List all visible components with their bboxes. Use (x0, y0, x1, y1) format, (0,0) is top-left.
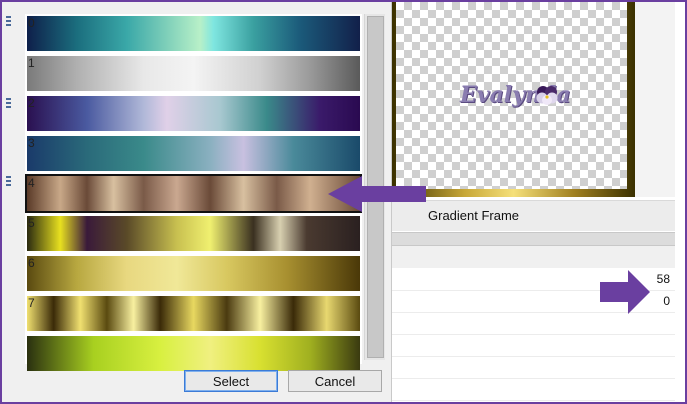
swatch-index-label: 2 (28, 96, 35, 110)
gradient-swatch[interactable]: 1 (27, 56, 360, 91)
settings-band (392, 246, 675, 268)
setting-row-6[interactable] (392, 378, 675, 401)
setting-row-4[interactable] (392, 334, 675, 357)
section-title: Gradient Frame (428, 208, 520, 223)
swatch-index-label: 1 (28, 56, 35, 70)
pansy-flower-icon (536, 86, 558, 105)
arrow-right-icon (600, 270, 650, 314)
gradient-swatch[interactable]: 2 (27, 96, 360, 131)
swatch-index-label: 0 (28, 16, 35, 30)
swatch-index-label: 4 (28, 176, 35, 190)
cancel-button[interactable]: Cancel (288, 370, 382, 392)
gradient-swatch[interactable]: 3 (27, 136, 360, 171)
preview-margin (635, 2, 675, 197)
gradient-swatch-list: 0 1 2 3 4 5 6 7 (25, 14, 362, 371)
swatch-index-label: 7 (28, 296, 35, 310)
gradient-swatch[interactable]: 0 (27, 16, 360, 51)
gradient-swatch[interactable]: 5 (27, 216, 360, 251)
setting-value-1[interactable]: 58 (657, 272, 670, 286)
arrow-left-icon (328, 176, 426, 212)
gradient-swatch[interactable] (27, 336, 360, 371)
gradient-swatch[interactable]: 4 (25, 174, 362, 213)
select-button[interactable]: Select (184, 370, 278, 392)
setting-row-5[interactable] (392, 356, 675, 379)
swatch-index-label: 3 (28, 136, 35, 150)
setting-value-2[interactable]: 0 (663, 294, 670, 308)
gradient-frame-preview: Evalynda (392, 2, 635, 197)
swatch-index-label: 6 (28, 256, 35, 270)
filter-settings-panel: Evalynda Gradient Frame 58 0 (391, 2, 686, 402)
gradient-swatch[interactable]: 6 (27, 256, 360, 291)
grip-handle-icon[interactable] (6, 98, 11, 108)
swatch-index-label: 5 (28, 216, 35, 230)
divider-band (392, 232, 675, 246)
setting-row-3[interactable] (392, 312, 675, 335)
transparent-preview-canvas: Evalynda (396, 2, 627, 189)
section-header: Gradient Frame (392, 200, 675, 231)
grip-handle-icon[interactable] (6, 16, 11, 26)
grip-handle-icon[interactable] (6, 176, 11, 186)
gradient-swatch[interactable]: 7 (27, 296, 360, 331)
